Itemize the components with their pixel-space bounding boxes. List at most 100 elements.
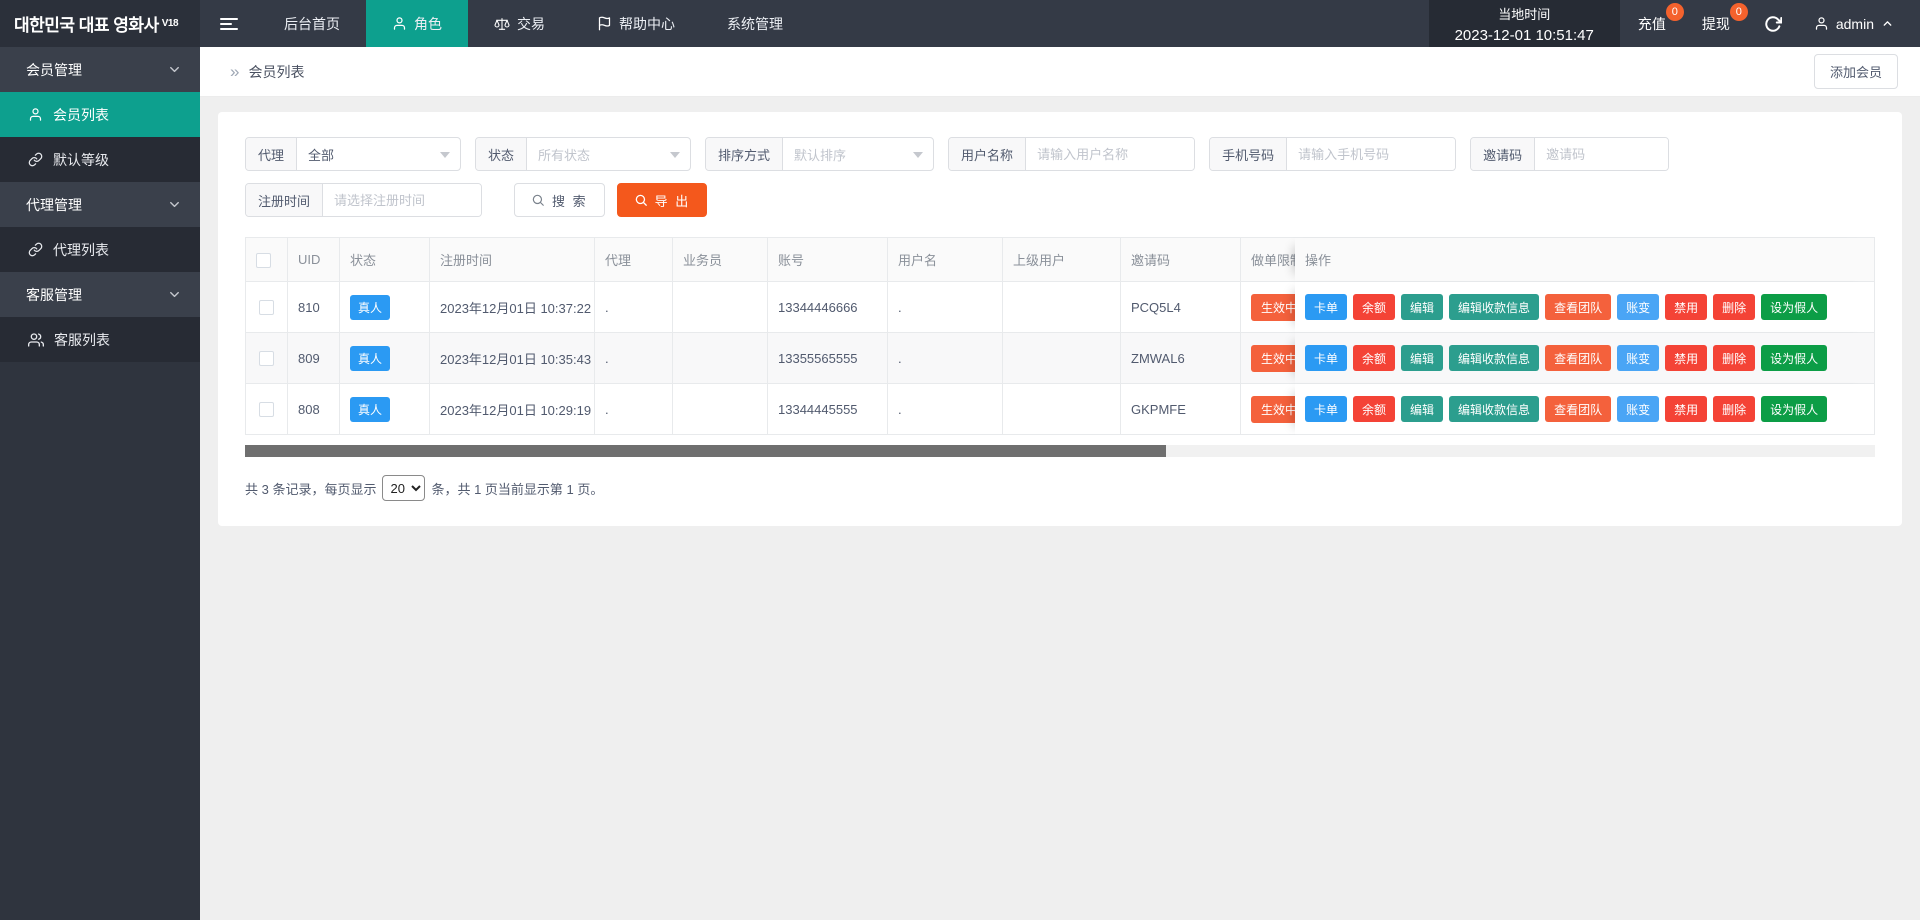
nav-item-help-center[interactable]: 帮助中心 — [571, 0, 701, 47]
edit-payment-button[interactable]: 编辑收款信息 — [1449, 294, 1540, 320]
user-menu[interactable]: admin — [1798, 0, 1920, 47]
account-change-button[interactable]: 账变 — [1617, 345, 1660, 371]
username-input[interactable] — [1026, 138, 1195, 170]
set-fake-button[interactable]: 设为假人 — [1761, 345, 1828, 371]
chevron-up-icon — [1881, 17, 1894, 30]
edit-button[interactable]: 编辑 — [1401, 396, 1444, 422]
sidebar-item-service-list[interactable]: 客服列表 — [0, 317, 200, 362]
cell-parent — [1003, 333, 1121, 384]
scales-icon — [494, 16, 510, 32]
filter-agent: 代理 全部 — [245, 137, 462, 171]
card-order-button[interactable]: 卡单 — [1305, 396, 1348, 422]
view-team-button[interactable]: 查看团队 — [1545, 345, 1612, 371]
nav-item-system[interactable]: 系统管理 — [701, 0, 809, 47]
edit-button[interactable]: 编辑 — [1401, 345, 1444, 371]
cell-salesman — [673, 384, 768, 435]
regtime-input[interactable] — [323, 184, 482, 216]
disable-button[interactable]: 禁用 — [1665, 294, 1708, 320]
row-actions: 卡单 余额 编辑 编辑收款信息 查看团队 账变 禁用 删除 设为假人 — [1305, 294, 1864, 320]
col-username: 用户名 — [888, 238, 1003, 282]
card-order-button[interactable]: 卡单 — [1305, 294, 1348, 320]
menu-fold-icon[interactable] — [200, 0, 258, 47]
disable-button[interactable]: 禁用 — [1665, 345, 1708, 371]
chevron-down-icon — [440, 152, 451, 158]
sidebar-group-agent-management[interactable]: 代理管理 — [0, 182, 200, 227]
recharge-button[interactable]: 充值 0 — [1620, 0, 1684, 47]
breadcrumb-bar: » 会员列表 添加会员 — [200, 47, 1920, 97]
view-team-button[interactable]: 查看团队 — [1545, 396, 1612, 422]
nav-item-roles[interactable]: 角色 — [366, 0, 468, 47]
status-badge: 真人 — [350, 345, 391, 371]
row-checkbox[interactable] — [259, 300, 274, 316]
cell-uid: 810 — [288, 282, 340, 333]
cell-agent: . — [595, 282, 673, 333]
pagination-prefix: 共 3 条记录，每页显示 — [245, 481, 377, 497]
top-nav: 后台首页 角色 交易 帮助中心 系统管理 — [258, 0, 809, 47]
sidebar-group-member-management[interactable]: 会员管理 — [0, 47, 200, 92]
filter-phone-label: 手机号码 — [1210, 138, 1288, 170]
app-logo-version: V18 — [161, 18, 179, 29]
account-change-button[interactable]: 账变 — [1617, 294, 1660, 320]
set-fake-button[interactable]: 设为假人 — [1761, 396, 1828, 422]
account-change-button[interactable]: 账变 — [1617, 396, 1660, 422]
col-regtime: 注册时间 — [430, 238, 595, 282]
withdraw-button[interactable]: 提现 0 — [1684, 0, 1748, 47]
sort-select[interactable]: 默认排序 — [783, 138, 933, 170]
col-uid: UID — [288, 238, 340, 282]
edit-button[interactable]: 编辑 — [1401, 294, 1444, 320]
horizontal-scrollbar-thumb[interactable] — [245, 445, 1166, 457]
sidebar-group-label: 客服管理 — [26, 286, 82, 303]
sidebar-group-service-management[interactable]: 客服管理 — [0, 272, 200, 317]
sidebar-item-member-list[interactable]: 会员列表 — [0, 92, 200, 137]
nav-item-dashboard[interactable]: 后台首页 — [258, 0, 366, 47]
member-table-wrap: UID 状态 注册时间 代理 业务员 账号 用户名 上级用户 邀请码 做单限制 … — [245, 237, 1875, 435]
invite-code-input[interactable] — [1535, 138, 1669, 170]
sidebar-item-default-level[interactable]: 默认等级 — [0, 137, 200, 182]
search-button-label: 搜 索 — [552, 193, 588, 209]
delete-button[interactable]: 删除 — [1713, 396, 1756, 422]
cell-account: 13344446666 — [768, 282, 888, 333]
filter-regtime-label: 注册时间 — [246, 184, 324, 216]
card-order-button[interactable]: 卡单 — [1305, 345, 1348, 371]
withdraw-badge: 0 — [1729, 3, 1748, 21]
sidebar: 会员管理 会员列表 默认等级 代理管理 代理列表 客服管理 客服列表 — [0, 47, 200, 920]
nav-item-trade[interactable]: 交易 — [468, 0, 571, 47]
filter-row-2: 注册时间 搜 索 导 出 — [245, 183, 1875, 217]
delete-button[interactable]: 删除 — [1713, 345, 1756, 371]
export-button[interactable]: 导 出 — [616, 183, 708, 217]
delete-button[interactable]: 删除 — [1713, 294, 1756, 320]
filter-invite: 邀请码 — [1470, 137, 1670, 171]
agent-select[interactable]: 全部 — [297, 138, 460, 170]
edit-payment-button[interactable]: 编辑收款信息 — [1449, 345, 1540, 371]
table-header-row: UID 状态 注册时间 代理 业务员 账号 用户名 上级用户 邀请码 做单限制 … — [246, 238, 1875, 282]
row-checkbox[interactable] — [259, 351, 274, 367]
pagination: 共 3 条记录，每页显示 20 条，共 1 页当前显示第 1 页。 — [245, 475, 1875, 501]
disable-button[interactable]: 禁用 — [1665, 396, 1708, 422]
row-actions: 卡单 余额 编辑 编辑收款信息 查看团队 账变 禁用 删除 设为假人 — [1305, 396, 1864, 422]
edit-payment-button[interactable]: 编辑收款信息 — [1449, 396, 1540, 422]
col-salesman: 业务员 — [673, 238, 768, 282]
add-member-button[interactable]: 添加会员 — [1813, 54, 1898, 89]
balance-button[interactable]: 余额 — [1353, 396, 1396, 422]
app-logo: 대한민국 대표 영화사 V18 — [0, 0, 200, 47]
set-fake-button[interactable]: 设为假人 — [1761, 294, 1828, 320]
status-badge: 真人 — [350, 294, 391, 320]
user-icon — [28, 107, 43, 122]
view-team-button[interactable]: 查看团队 — [1545, 294, 1612, 320]
phone-input[interactable] — [1287, 138, 1456, 170]
row-checkbox[interactable] — [259, 402, 274, 418]
balance-button[interactable]: 余额 — [1353, 294, 1396, 320]
export-button-label: 导 出 — [654, 193, 691, 209]
table-row: 809 真人 2023年12月01日 10:35:43 . 1335556555… — [246, 333, 1875, 384]
table-row: 810 真人 2023年12月01日 10:37:22 . 1334444666… — [246, 282, 1875, 333]
search-button[interactable]: 搜 索 — [514, 183, 605, 217]
refresh-button[interactable] — [1748, 0, 1798, 47]
status-select[interactable]: 所有状态 — [527, 138, 690, 170]
select-all-checkbox[interactable] — [256, 252, 271, 268]
cell-uid: 809 — [288, 333, 340, 384]
sidebar-item-agent-list[interactable]: 代理列表 — [0, 227, 200, 272]
per-page-select[interactable]: 20 — [382, 475, 426, 501]
balance-button[interactable]: 余额 — [1353, 345, 1396, 371]
main-content: » 会员列表 添加会员 代理 全部 状态 所有状态 排序方式 默认排序 用户名称… — [200, 47, 1920, 920]
nav-item-label: 帮助中心 — [619, 15, 675, 32]
